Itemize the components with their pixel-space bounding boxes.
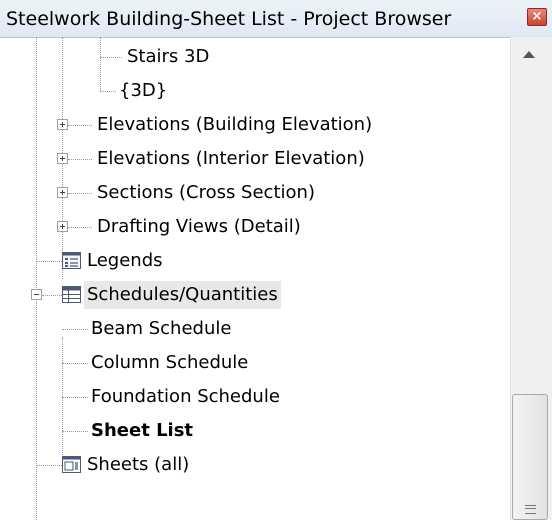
vertical-scrollbar[interactable] (510, 37, 552, 520)
scrollbar-thumb[interactable] (512, 394, 548, 520)
tree-item-label: {3D} (119, 80, 168, 101)
tree-branch-line (62, 363, 88, 364)
tree-item-sheets-all[interactable]: Sheets (all) (0, 448, 510, 482)
tree-item-label: Legends (87, 250, 163, 271)
tree-item-label: Schedules/Quantities (84, 281, 281, 309)
tree-branch-line (68, 193, 92, 194)
window-title: Steelwork Building-Sheet List - Project … (6, 8, 452, 30)
tree-branch-line (36, 261, 62, 262)
tree-item-schedules-quantities[interactable]: Schedules/Quantities (0, 278, 510, 312)
project-browser-tree: Stairs 3D {3D} Elevations (Building Elev… (0, 37, 510, 520)
scroll-up-arrow-icon[interactable] (523, 51, 535, 58)
sheets-icon (62, 456, 81, 473)
collapse-icon[interactable] (31, 289, 42, 300)
project-browser-window: Steelwork Building-Sheet List - Project … (0, 0, 552, 520)
tree-item-column-schedule[interactable]: Column Schedule (0, 346, 510, 380)
close-icon: × (531, 9, 543, 24)
tree-branch-line (100, 57, 122, 58)
expand-icon[interactable] (57, 187, 68, 198)
tree-branch-line (36, 465, 62, 466)
tree-item-elevations-interior[interactable]: Elevations (Interior Elevation) (0, 142, 510, 176)
tree-item-label: Stairs 3D (127, 46, 210, 67)
tree-branch-line (68, 227, 92, 228)
tree-branch-line (68, 159, 92, 160)
expand-icon[interactable] (57, 221, 68, 232)
expand-icon[interactable] (57, 119, 68, 130)
tree-item-label: Foundation Schedule (91, 386, 280, 407)
tree-branch-line (68, 125, 92, 126)
expand-icon[interactable] (57, 153, 68, 164)
tree-branch-line (42, 295, 62, 296)
tree-item-sections[interactable]: Sections (Cross Section) (0, 176, 510, 210)
tree-item-label: Column Schedule (91, 352, 249, 373)
schedule-icon (62, 286, 81, 303)
tree-item-label: Sections (Cross Section) (97, 182, 315, 203)
tree-item-legends[interactable]: Legends (0, 244, 510, 278)
tree-item-foundation-schedule[interactable]: Foundation Schedule (0, 380, 510, 414)
tree-branch-line (100, 91, 116, 92)
title-bar[interactable]: Steelwork Building-Sheet List - Project … (0, 0, 552, 38)
tree-item-3d-view[interactable]: {3D} (0, 74, 510, 108)
tree-item-drafting-views[interactable]: Drafting Views (Detail) (0, 210, 510, 244)
tree-item-label: Beam Schedule (91, 318, 232, 339)
tree-item-elevations-building[interactable]: Elevations (Building Elevation) (0, 108, 510, 142)
scrollbar-grip-icon (525, 505, 536, 514)
tree-item-label: Drafting Views (Detail) (97, 216, 301, 237)
tree-item-beam-schedule[interactable]: Beam Schedule (0, 312, 510, 346)
tree-branch-line (62, 397, 88, 398)
tree-item-label: Sheets (all) (87, 454, 190, 475)
tree-branch-line (62, 329, 88, 330)
tree-branch-line (62, 431, 88, 432)
tree-item-label: Sheet List (91, 420, 194, 441)
tree-item-label: Elevations (Building Elevation) (97, 114, 373, 135)
tree-item-stairs-3d[interactable]: Stairs 3D (0, 40, 510, 74)
tree-item-sheet-list[interactable]: Sheet List (0, 414, 510, 448)
close-button[interactable]: × (527, 8, 547, 26)
tree-item-label: Elevations (Interior Elevation) (97, 148, 365, 169)
legend-icon (62, 252, 81, 269)
